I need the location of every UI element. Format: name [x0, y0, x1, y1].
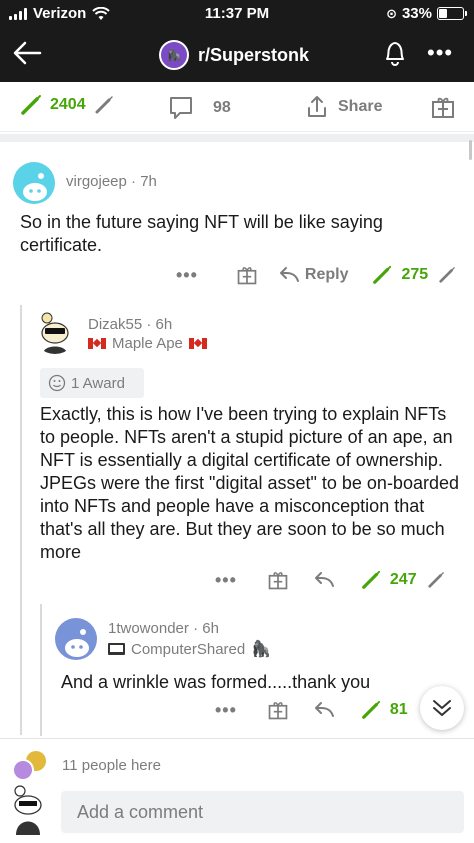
canada-flag-icon: [88, 338, 106, 349]
subreddit-avatar: 🦍: [159, 40, 189, 70]
more-icon[interactable]: •••: [215, 700, 237, 721]
comment-age: 6h: [155, 316, 173, 333]
award-icon[interactable]: [267, 699, 289, 721]
top-bar: Verizon 11:37 PM ⊙ 33% 🦍 r/Superstonk ••…: [0, 0, 474, 82]
reply-label: Reply: [304, 266, 349, 283]
reply-icon[interactable]: [313, 571, 335, 589]
downvote-icon[interactable]: [427, 571, 445, 589]
post-vote-count: 2404: [50, 96, 86, 113]
username[interactable]: Dizak55: [88, 316, 142, 333]
comment-icon: [170, 97, 192, 119]
canada-flag-icon: [188, 338, 207, 349]
comment-text: And a wrinkle was formed.....thank you: [61, 672, 371, 692]
rotation-lock-icon: ⊙: [386, 5, 397, 21]
comment-actions: ••• 247: [215, 567, 445, 593]
snoo-avatar-icon: [65, 629, 89, 657]
comment-text: So in the future saying NFT will be like…: [20, 212, 383, 255]
vote-count: 247: [389, 571, 417, 588]
people-here-label: 11 people here: [62, 757, 161, 774]
more-icon[interactable]: •••: [176, 265, 198, 286]
more-icon[interactable]: •••: [427, 42, 453, 64]
award-icon[interactable]: [430, 94, 456, 120]
username[interactable]: 1twowonder: [108, 620, 189, 637]
downvote-icon[interactable]: [94, 95, 114, 115]
comment-age: 6h: [202, 620, 219, 637]
comment-text: Exactly, this is how I've been trying to…: [40, 404, 459, 562]
battery-icon: [437, 7, 467, 20]
comment-author[interactable]: Dizak55 · 6h: [88, 316, 172, 333]
flair-text: Maple Ape: [112, 335, 183, 352]
user-avatar[interactable]: [8, 783, 48, 835]
avatar[interactable]: [55, 618, 97, 660]
subreddit-name: r/Superstonk: [198, 44, 310, 65]
comments-button[interactable]: 98: [167, 94, 231, 122]
subreddit-header[interactable]: 🦍 r/Superstonk: [159, 40, 309, 70]
share-label: Share: [338, 98, 383, 115]
comment-age: 7h: [140, 173, 157, 190]
snoo-avatar-icon: [23, 173, 47, 201]
downvote-icon[interactable]: [438, 266, 456, 284]
gorilla-icon: 🦍: [251, 641, 272, 658]
reply-button[interactable]: Reply: [278, 266, 349, 284]
scrollbar[interactable]: [469, 140, 472, 160]
upvote-icon[interactable]: [20, 94, 42, 116]
post-action-bar: 2404 98 Share: [0, 82, 474, 132]
thread-line[interactable]: [20, 305, 22, 735]
post-vote: 2404: [20, 94, 114, 116]
reply-icon[interactable]: [313, 701, 335, 719]
username[interactable]: virgojeep: [66, 173, 127, 190]
computer-icon: [108, 643, 125, 655]
award-label: 1 Award: [71, 374, 125, 392]
comment-author[interactable]: virgojeep · 7h: [66, 173, 157, 190]
battery-percent: 33%: [401, 5, 432, 22]
bell-icon[interactable]: [380, 38, 410, 68]
comment-count: 98: [213, 99, 231, 116]
user-flair: Maple Ape: [88, 335, 207, 352]
share-button[interactable]: Share: [304, 94, 382, 120]
avatar[interactable]: [13, 162, 55, 204]
more-icon[interactable]: •••: [215, 570, 237, 591]
comment-composer-bar: 11 people here Add a comment: [0, 738, 474, 843]
ape-avatar-icon: [41, 312, 69, 354]
comment-actions: ••• Reply 275: [176, 262, 456, 288]
award-badge[interactable]: 1 Award: [40, 368, 144, 398]
chevron-down-icon: [433, 700, 451, 716]
jump-next-comment-button[interactable]: [420, 686, 464, 730]
thread-line[interactable]: [40, 604, 42, 736]
avatar[interactable]: [33, 310, 77, 354]
award-icon[interactable]: [267, 569, 289, 591]
comment-actions: ••• 81: [215, 697, 408, 723]
comment-author[interactable]: 1twowonder · 6h: [108, 620, 219, 637]
reply-icon: [279, 267, 299, 282]
back-arrow-icon[interactable]: [10, 36, 44, 70]
vote-count: 81: [389, 701, 408, 718]
vote-count: 275: [401, 266, 429, 283]
user-flair: ComputerShared 🦍: [108, 639, 271, 659]
share-icon: [308, 96, 326, 117]
nav-bar: 🦍 r/Superstonk •••: [0, 30, 474, 80]
award-icon[interactable]: [236, 264, 258, 286]
upvote-icon[interactable]: [372, 265, 392, 285]
snoo-avatar-icon: [14, 785, 42, 835]
upvote-icon[interactable]: [361, 570, 381, 590]
flair-text: ComputerShared: [131, 640, 246, 658]
award-face-icon: [48, 374, 66, 392]
add-comment-input[interactable]: Add a comment: [61, 791, 464, 833]
status-bar: Verizon 11:37 PM ⊙ 33%: [0, 0, 474, 28]
people-here-avatars: [12, 751, 52, 781]
section-divider: [0, 134, 474, 142]
upvote-icon[interactable]: [361, 700, 381, 720]
